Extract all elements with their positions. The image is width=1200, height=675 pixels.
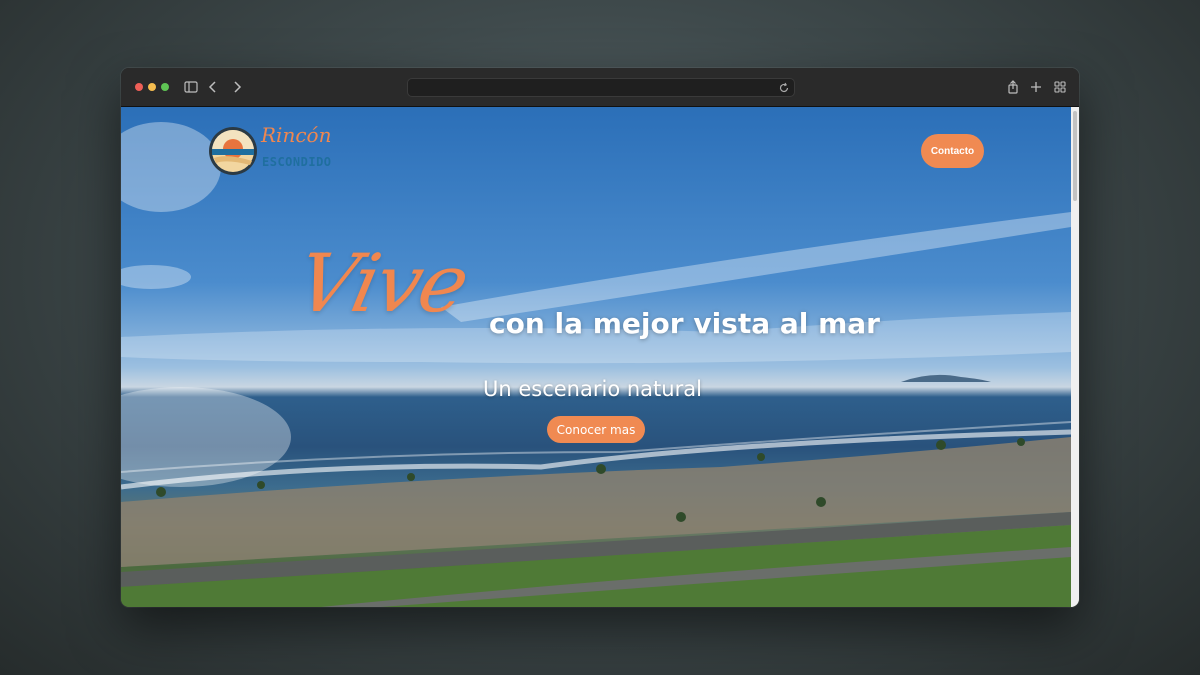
hero-accent-word: Vive (289, 237, 476, 330)
logo-word-text: ESCONDIDO (262, 155, 332, 169)
zoom-window-button[interactable] (161, 83, 169, 91)
minimize-window-button[interactable] (148, 83, 156, 91)
page-viewport: Rincón ESCONDIDO Contacto Vive con la me… (121, 107, 1079, 607)
browser-toolbar (121, 68, 1079, 107)
hero-subtitle: Un escenario natural (483, 377, 702, 401)
site-logo[interactable]: Rincón ESCONDIDO (207, 123, 347, 177)
address-bar[interactable] (407, 78, 795, 97)
vertical-scrollbar[interactable] (1071, 107, 1079, 607)
forward-icon[interactable] (229, 79, 245, 95)
learn-more-button[interactable]: Conocer mas (547, 416, 645, 443)
scrollbar-thumb[interactable] (1073, 111, 1077, 201)
reload-icon[interactable] (778, 81, 790, 93)
close-window-button[interactable] (135, 83, 143, 91)
logo-script-text: Rincón (261, 123, 332, 147)
share-icon[interactable] (1005, 79, 1021, 95)
hero-headline: con la mejor vista al mar (489, 307, 880, 340)
contact-button[interactable]: Contacto (921, 134, 984, 168)
browser-window: Rincón ESCONDIDO Contacto Vive con la me… (121, 68, 1079, 607)
new-tab-icon[interactable] (1028, 79, 1044, 95)
tab-overview-icon[interactable] (1052, 79, 1068, 95)
hero-background (121, 122, 1071, 607)
back-icon[interactable] (205, 79, 221, 95)
sidebar-icon[interactable] (183, 79, 199, 95)
